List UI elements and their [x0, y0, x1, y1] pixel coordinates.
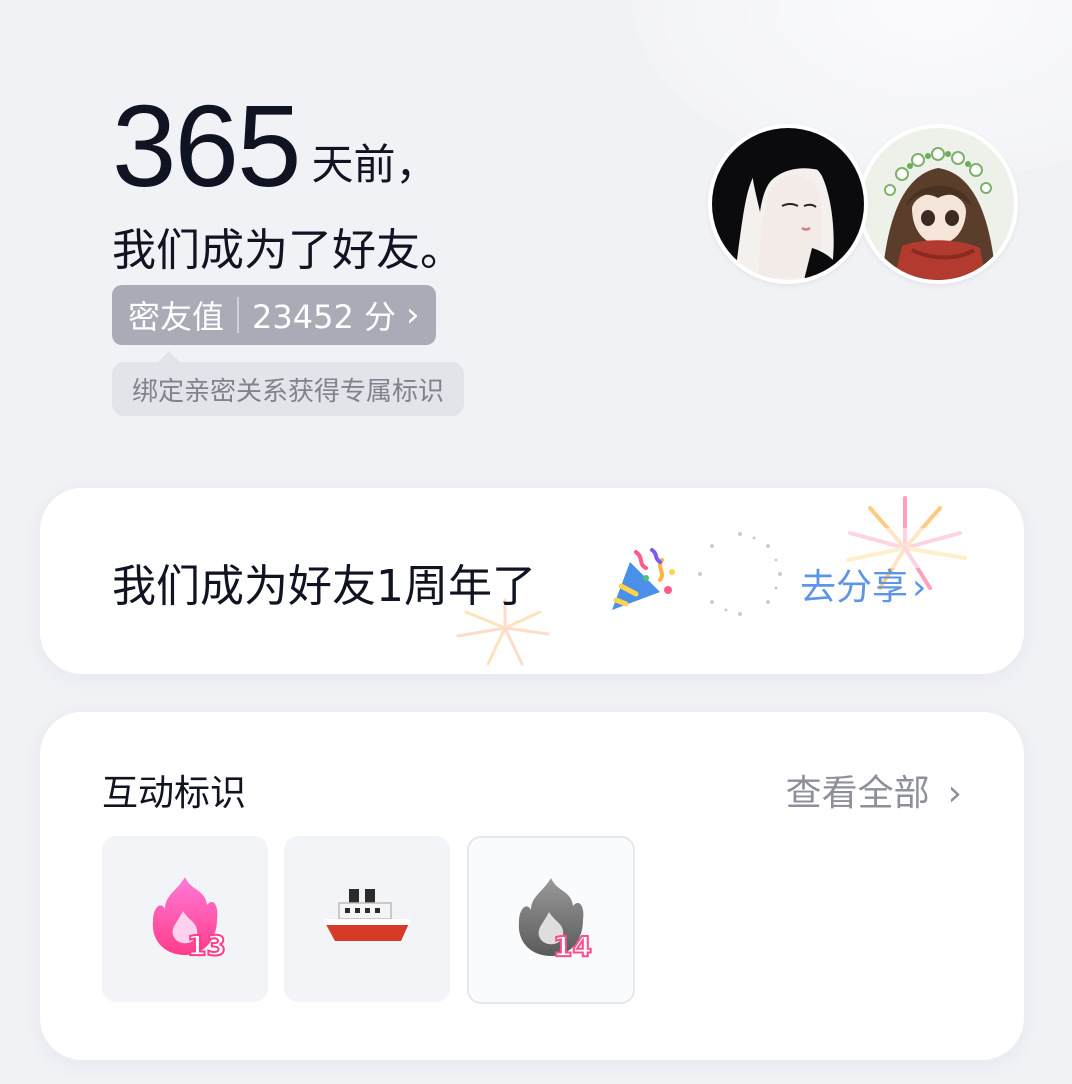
anniversary-text: 我们成为好友1周年了: [112, 561, 536, 612]
days-count: 365: [112, 81, 302, 211]
intimacy-value-button[interactable]: 密友值 23452 分 ›: [112, 285, 436, 345]
avatar-flower-crown-girl[interactable]: [858, 124, 1018, 284]
party-popper-icon: [612, 548, 675, 610]
avatar-dark-hair-girl[interactable]: [708, 124, 868, 284]
view-all-button[interactable]: 查看全部 ›: [786, 764, 962, 816]
friend-line: 我们成为了好友。: [112, 225, 464, 276]
days-row: 365 天前，: [112, 88, 464, 204]
chevron-right-icon: ›: [406, 295, 420, 335]
intimacy-value: 23452 分: [252, 298, 396, 336]
badge-number: 13: [187, 929, 226, 962]
days-suffix: 天前，: [311, 140, 438, 189]
ship-icon: [323, 889, 411, 941]
interaction-badges-card: 互动标识 查看全部 › 13 14: [40, 712, 1024, 1060]
badge-tile[interactable]: 14: [467, 836, 635, 1004]
tip-arrow: [158, 351, 180, 362]
avatar-flower-crown-girl-image: [862, 128, 1014, 280]
avatar-dark-hair-girl-image: [712, 128, 864, 280]
sparkle-dots-decoration: [698, 532, 782, 616]
share-button[interactable]: 去分享 ›: [800, 558, 926, 610]
pink-flame-icon: 13: [152, 877, 227, 963]
view-all-label: 查看全部: [785, 773, 930, 814]
friendship-header: 365 天前， 我们成为了好友。: [112, 88, 464, 278]
badge-tile[interactable]: [284, 836, 450, 1002]
badge-number: 14: [553, 930, 592, 963]
friendship-page: 365 天前， 我们成为了好友。 密友值 23452 分 › 绑定亲密关系获得专…: [0, 0, 1072, 1084]
chevron-right-icon: ›: [912, 567, 927, 608]
background-decoration: [632, 0, 1072, 180]
intimacy-divider: [237, 297, 240, 333]
gray-flame-icon: 14: [518, 878, 593, 964]
bind-relationship-tip[interactable]: 绑定亲密关系获得专属标识: [112, 362, 465, 416]
share-label: 去分享: [800, 567, 909, 608]
tip-text: 绑定亲密关系获得专属标识: [132, 376, 445, 407]
intimacy-label: 密友值: [128, 298, 225, 336]
chevron-right-icon: ›: [947, 773, 962, 814]
badges-title: 互动标识: [102, 773, 247, 814]
anniversary-card[interactable]: 我们成为好友1周年了 去分享 ›: [40, 488, 1024, 674]
badge-tile[interactable]: 13: [102, 836, 268, 1002]
